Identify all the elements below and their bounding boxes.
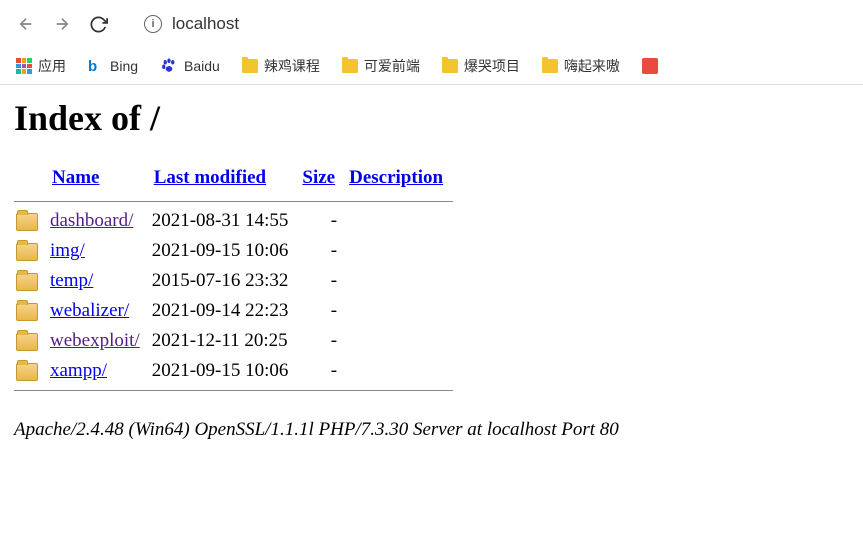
forward-button[interactable] bbox=[48, 10, 76, 38]
bookmark-baidu[interactable]: Baidu bbox=[160, 57, 220, 75]
bookmark-label: 可爱前端 bbox=[364, 56, 420, 76]
folder-icon bbox=[442, 59, 458, 73]
table-row: xampp/ 2021-09-15 10:06 - bbox=[14, 356, 453, 386]
folder-icon bbox=[342, 59, 358, 73]
folder-icon bbox=[16, 243, 38, 261]
directory-link[interactable]: img/ bbox=[50, 240, 85, 261]
bookmark-folder-2[interactable]: 可爱前端 bbox=[342, 56, 420, 76]
page-title: Index of / bbox=[14, 97, 849, 139]
apps-grid-icon bbox=[16, 58, 32, 74]
bookmark-label: Baidu bbox=[184, 58, 220, 74]
size-cell: - bbox=[298, 236, 345, 266]
red-icon bbox=[642, 58, 658, 74]
site-info-icon[interactable]: i bbox=[144, 15, 162, 33]
address-bar[interactable]: i localhost bbox=[132, 8, 851, 40]
modified-cell: 2021-12-11 20:25 bbox=[150, 326, 299, 356]
reload-button[interactable] bbox=[84, 10, 112, 38]
folder-icon bbox=[542, 59, 558, 73]
size-cell: - bbox=[298, 326, 345, 356]
divider bbox=[14, 390, 453, 391]
bookmark-label: 爆哭项目 bbox=[464, 56, 520, 76]
folder-icon bbox=[16, 363, 38, 381]
bookmarks-bar: 应用 b Bing Baidu 辣鸡课程 可爱前端 爆哭项目 嗨起来嗷 bbox=[0, 48, 863, 85]
bookmark-folder-3[interactable]: 爆哭项目 bbox=[442, 56, 520, 76]
divider bbox=[14, 201, 453, 202]
size-cell: - bbox=[298, 206, 345, 236]
size-cell: - bbox=[298, 266, 345, 296]
server-signature: Apache/2.4.48 (Win64) OpenSSL/1.1.1l PHP… bbox=[0, 407, 863, 441]
apps-label: 应用 bbox=[38, 56, 66, 76]
table-row: dashboard/ 2021-08-31 14:55 - bbox=[14, 206, 453, 236]
folder-icon bbox=[16, 303, 38, 321]
table-row: webexploit/ 2021-12-11 20:25 - bbox=[14, 326, 453, 356]
sort-modified-link[interactable]: Last modified bbox=[154, 167, 266, 188]
size-cell: - bbox=[298, 356, 345, 386]
page-content: Index of / Name Last modified Size Descr… bbox=[0, 85, 863, 407]
modified-cell: 2021-09-15 10:06 bbox=[150, 236, 299, 266]
back-button[interactable] bbox=[12, 10, 40, 38]
modified-cell: 2015-07-16 23:32 bbox=[150, 266, 299, 296]
folder-icon bbox=[16, 273, 38, 291]
bookmark-label: 辣鸡课程 bbox=[264, 56, 320, 76]
modified-cell: 2021-09-14 22:23 bbox=[150, 296, 299, 326]
bookmark-label: Bing bbox=[110, 58, 138, 74]
sort-size-link[interactable]: Size bbox=[302, 167, 335, 188]
table-row: img/ 2021-09-15 10:06 - bbox=[14, 236, 453, 266]
folder-icon bbox=[16, 333, 38, 351]
directory-listing-table: Name Last modified Size Description dash… bbox=[14, 163, 453, 395]
bing-icon: b bbox=[88, 58, 104, 74]
modified-cell: 2021-08-31 14:55 bbox=[150, 206, 299, 236]
modified-cell: 2021-09-15 10:06 bbox=[150, 356, 299, 386]
folder-icon bbox=[242, 59, 258, 73]
bookmark-bing[interactable]: b Bing bbox=[88, 58, 138, 74]
baidu-icon bbox=[160, 57, 178, 75]
sort-name-link[interactable]: Name bbox=[52, 167, 99, 188]
directory-link[interactable]: webalizer/ bbox=[50, 300, 129, 321]
header-row: Name Last modified Size Description bbox=[14, 163, 453, 197]
folder-icon bbox=[16, 213, 38, 231]
size-cell: - bbox=[298, 296, 345, 326]
bookmark-label: 嗨起来嗷 bbox=[564, 56, 620, 76]
directory-link[interactable]: xampp/ bbox=[50, 360, 107, 381]
sort-description-link[interactable]: Description bbox=[349, 167, 443, 188]
directory-link[interactable]: temp/ bbox=[50, 270, 93, 291]
apps-button[interactable]: 应用 bbox=[16, 56, 66, 76]
table-row: temp/ 2015-07-16 23:32 - bbox=[14, 266, 453, 296]
directory-link[interactable]: webexploit/ bbox=[50, 330, 140, 351]
bookmark-truncated[interactable] bbox=[642, 58, 658, 74]
url-text: localhost bbox=[172, 14, 239, 34]
table-row: webalizer/ 2021-09-14 22:23 - bbox=[14, 296, 453, 326]
browser-nav-bar: i localhost bbox=[0, 0, 863, 48]
directory-link[interactable]: dashboard/ bbox=[50, 210, 133, 231]
bookmark-folder-1[interactable]: 辣鸡课程 bbox=[242, 56, 320, 76]
bookmark-folder-4[interactable]: 嗨起来嗷 bbox=[542, 56, 620, 76]
